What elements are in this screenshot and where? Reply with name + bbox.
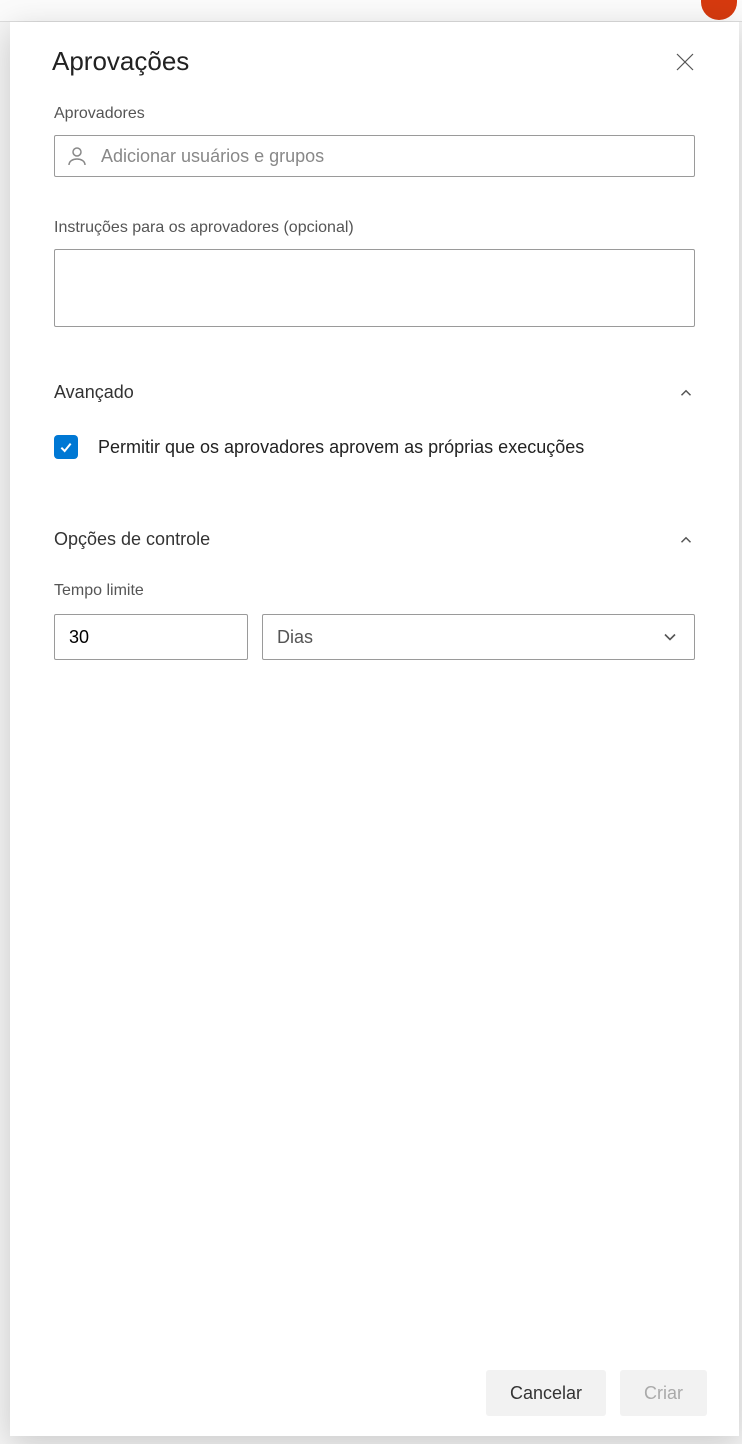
allow-self-approve-label: Permitir que os aprovadores aprovem as p… [98, 437, 584, 458]
advanced-title: Avançado [54, 382, 134, 403]
panel-footer: Cancelar Criar [10, 1352, 739, 1436]
control-options-section-header[interactable]: Opções de controle [54, 529, 695, 550]
create-button[interactable]: Criar [620, 1370, 707, 1416]
approvers-label: Aprovadores [54, 105, 695, 123]
timeout-unit-select[interactable]: Dias [262, 614, 695, 660]
allow-self-approve-checkbox[interactable] [54, 435, 78, 459]
chevron-up-icon [677, 384, 695, 402]
instructions-label: Instruções para os aprovadores (opcional… [54, 219, 695, 237]
approvers-field[interactable] [54, 135, 695, 177]
close-button[interactable] [671, 48, 699, 76]
panel-title: Aprovações [52, 46, 189, 77]
panel-body: Aprovadores Instruções para os aprovador… [10, 87, 739, 1352]
close-icon [673, 50, 697, 74]
allow-self-approve-row: Permitir que os aprovadores aprovem as p… [54, 435, 695, 459]
timeout-label: Tempo limite [54, 582, 695, 600]
cancel-button[interactable]: Cancelar [486, 1370, 606, 1416]
chevron-up-icon [677, 531, 695, 549]
panel-header: Aprovações [10, 22, 739, 87]
instructions-textarea[interactable] [54, 249, 695, 327]
approvers-input[interactable] [101, 146, 684, 167]
chevron-down-icon [660, 627, 680, 647]
advanced-section-header[interactable]: Avançado [54, 382, 695, 403]
timeout-unit-value: Dias [277, 627, 313, 648]
background-top-bar [0, 0, 742, 22]
checkmark-icon [58, 439, 74, 455]
timeout-unit-wrap: Dias [262, 614, 695, 660]
timeout-row: Dias [54, 614, 695, 660]
approvals-panel: Aprovações Aprovadores Instruções para o… [10, 22, 739, 1436]
person-icon [65, 144, 89, 168]
timeout-value-input[interactable] [54, 614, 248, 660]
control-options-title: Opções de controle [54, 529, 210, 550]
